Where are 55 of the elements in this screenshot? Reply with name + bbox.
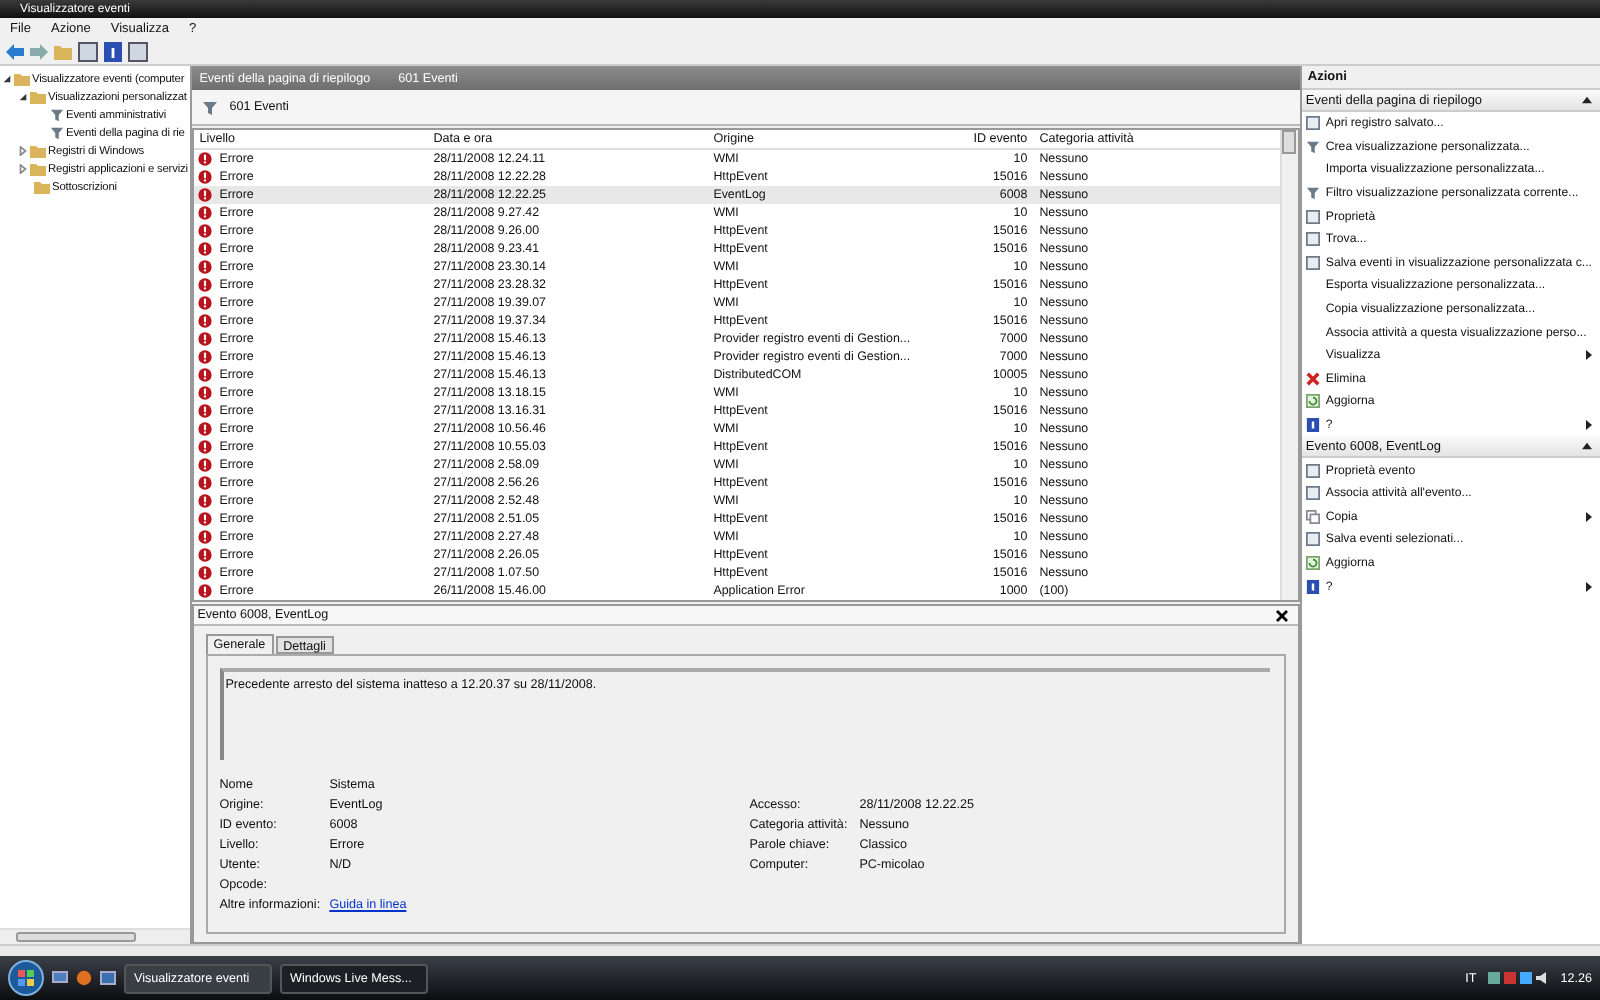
submenu-arrow-icon <box>1586 511 1592 522</box>
error-icon <box>197 530 212 544</box>
browser-icon[interactable] <box>76 970 92 986</box>
collapsed-arrow-icon[interactable] <box>18 164 28 174</box>
window-switch-icon[interactable] <box>100 970 116 986</box>
error-icon <box>197 260 212 274</box>
start-orb-icon[interactable] <box>8 960 44 996</box>
scrollbar-thumb[interactable] <box>16 932 136 942</box>
error-icon <box>197 494 212 508</box>
error-icon <box>197 440 212 454</box>
close-button[interactable] <box>1273 607 1290 623</box>
error-icon <box>197 422 212 436</box>
submenu-arrow-icon <box>1586 420 1592 431</box>
error-icon <box>197 170 212 184</box>
collapsed-arrow-icon[interactable] <box>18 146 28 156</box>
close-icon <box>1275 609 1288 621</box>
tray-icons-drawing[interactable] <box>1488 970 1549 986</box>
collapse-arrow-icon[interactable] <box>1582 442 1592 451</box>
desktop-icon[interactable] <box>52 970 68 986</box>
error-icon <box>197 242 212 256</box>
expanded-arrow-icon[interactable] <box>18 92 28 102</box>
error-icon <box>197 188 212 202</box>
error-icon <box>197 350 212 364</box>
error-icon <box>197 368 212 382</box>
error-icon <box>197 404 212 418</box>
pane-icon[interactable] <box>78 41 98 61</box>
x-icon <box>1305 371 1320 386</box>
error-icon <box>197 152 212 166</box>
document-icon <box>1305 532 1320 547</box>
scrollbar-thumb[interactable] <box>1282 130 1297 154</box>
error-icon <box>197 314 212 328</box>
error-icon <box>197 332 212 346</box>
error-icon <box>197 512 212 526</box>
submenu-arrow-icon <box>1586 350 1592 361</box>
submenu-arrow-icon <box>1586 581 1592 592</box>
filter-icon <box>1305 139 1320 154</box>
refresh-icon <box>1305 555 1320 570</box>
filter-icon <box>201 99 218 115</box>
error-icon <box>197 386 212 400</box>
pane-icon[interactable] <box>128 41 148 61</box>
back-arrow-icon[interactable] <box>6 43 24 59</box>
expanded-arrow-icon[interactable] <box>2 74 12 84</box>
error-icon <box>197 224 212 238</box>
document-icon <box>1305 116 1320 131</box>
error-icon <box>197 458 212 472</box>
collapse-arrow-icon[interactable] <box>1582 96 1592 104</box>
error-icon <box>197 476 212 490</box>
error-icon <box>197 566 212 580</box>
error-icon <box>197 296 212 310</box>
refresh-icon <box>1305 394 1320 409</box>
error-icon <box>197 548 212 562</box>
filter-icon <box>1305 186 1320 201</box>
help-icon[interactable] <box>104 41 122 61</box>
error-icon <box>197 206 212 220</box>
error-icon <box>197 278 212 292</box>
